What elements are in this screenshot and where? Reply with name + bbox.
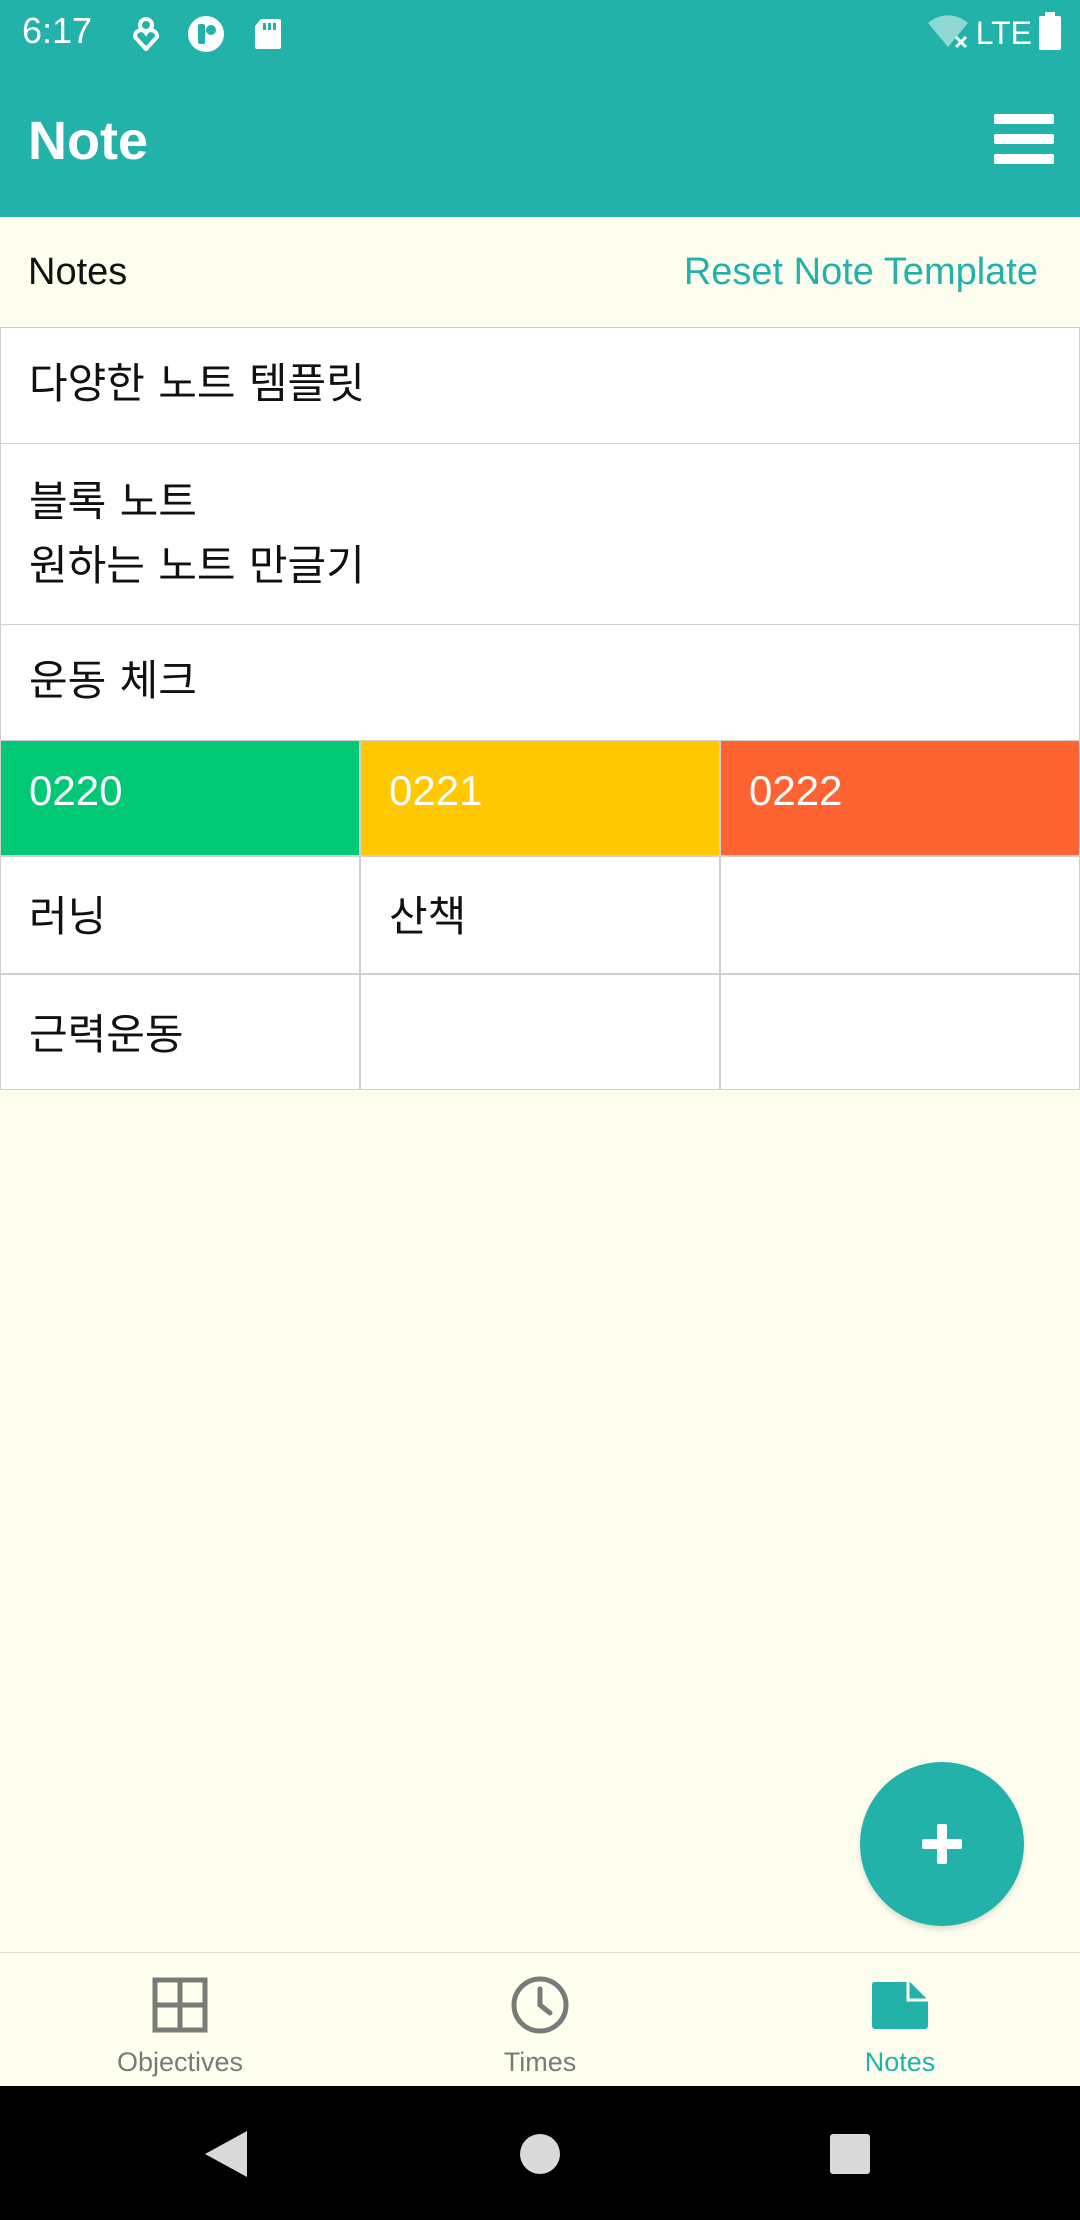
sd-card-icon	[248, 14, 288, 54]
reset-note-template-button[interactable]: Reset Note Template	[684, 251, 1038, 294]
plus-icon	[922, 1824, 962, 1864]
recents-icon[interactable]	[822, 2126, 878, 2182]
table-cell-text: 근력운동	[29, 1010, 184, 1059]
nav-item-times[interactable]: Times	[360, 1953, 720, 2087]
menu-line	[994, 114, 1054, 124]
table-cell-text: 산책	[389, 892, 467, 941]
table-cell[interactable]: 근력운동	[0, 974, 360, 1090]
table-cell[interactable]	[720, 974, 1080, 1090]
note-block[interactable]: 블록 노트 원하는 노트 만글기	[0, 443, 1080, 625]
nav-item-objectives[interactable]: Objectives	[0, 1953, 360, 2087]
pocket-app-icon	[186, 14, 226, 54]
table-header-label: 0220	[29, 767, 123, 814]
status-time: 6:17	[22, 10, 93, 51]
table-row: 러닝 산책	[0, 856, 1080, 974]
table-header-cell[interactable]: 0222	[720, 740, 1080, 856]
note-block-line: 다양한 노트 템플릿	[29, 359, 365, 408]
table-header-row: 0220 0221 0222	[0, 740, 1080, 856]
add-note-button[interactable]	[860, 1762, 1024, 1926]
bottom-navigation: Objectives Times Notes	[0, 1952, 1080, 2086]
battery-icon	[1038, 12, 1062, 54]
table-cell[interactable]	[360, 974, 720, 1090]
note-block-line: 블록 노트	[29, 477, 197, 526]
table-header-label: 0222	[749, 767, 843, 814]
location-heart-icon	[126, 14, 166, 54]
notes-header: Notes Reset Note Template	[0, 217, 1080, 327]
table-header-label: 0221	[389, 767, 483, 814]
nav-label: Objectives	[116, 2047, 244, 2077]
grid-icon	[152, 1975, 208, 2035]
table-row: 근력운동	[0, 974, 1080, 1090]
system-navigation-bar	[0, 2086, 1080, 2220]
table-header-cell[interactable]: 0221	[360, 740, 720, 856]
notes-section-title: Notes	[28, 251, 128, 293]
table-cell[interactable]	[720, 856, 1080, 974]
nav-item-notes[interactable]: Notes	[720, 1953, 1080, 2087]
status-right-group: LTE	[926, 12, 1062, 54]
clock-icon	[510, 1975, 570, 2035]
nav-label: Times	[503, 2047, 577, 2077]
menu-line	[994, 154, 1054, 164]
back-icon[interactable]	[198, 2126, 254, 2182]
note-block-line: 운동 체크	[29, 656, 197, 705]
hamburger-menu-icon[interactable]	[994, 114, 1054, 164]
nav-label: Notes	[864, 2047, 936, 2077]
note-block[interactable]: 다양한 노트 템플릿	[0, 327, 1080, 444]
network-type: LTE	[975, 14, 1032, 51]
status-bar: 6:17 LTE	[0, 0, 1080, 66]
app-bar: Note	[0, 66, 1080, 217]
table-header-cell[interactable]: 0220	[0, 740, 360, 856]
table-cell-text: 러닝	[29, 892, 107, 941]
menu-line	[994, 134, 1054, 144]
note-block-line: 원하는 노트 만글기	[29, 541, 365, 590]
note-icon	[870, 1975, 930, 2035]
table-cell[interactable]: 산책	[360, 856, 720, 974]
note-block[interactable]: 운동 체크	[0, 624, 1080, 741]
page-title: Note	[28, 111, 148, 171]
wifi-off-icon	[926, 13, 970, 53]
home-icon[interactable]	[512, 2126, 568, 2182]
exercise-table: 0220 0221 0222 러닝 산책 근력운동	[0, 740, 1080, 1090]
table-cell[interactable]: 러닝	[0, 856, 360, 974]
